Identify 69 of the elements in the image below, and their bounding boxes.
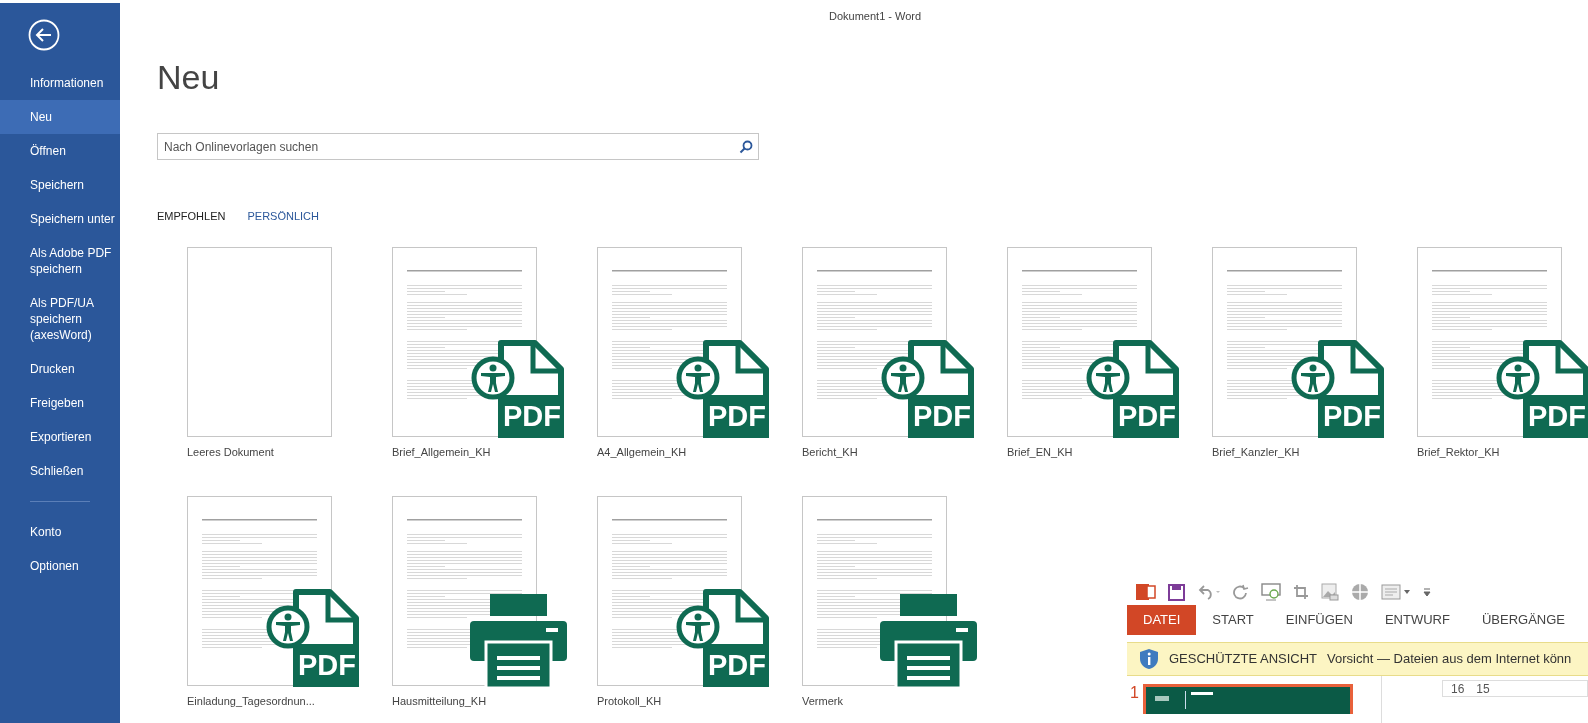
ribbon-tab[interactable]: EINFÜGEN: [1269, 605, 1369, 635]
template-name: Protokoll_KH: [597, 693, 663, 708]
template-name: Bericht_KH: [802, 444, 859, 459]
ribbon-tab[interactable]: DATEI: [1127, 605, 1197, 635]
sidebar-item[interactable]: Drucken: [0, 352, 120, 386]
file-type-label: PDF: [503, 399, 561, 432]
crop-icon[interactable]: [1293, 584, 1309, 600]
ruler-number: 15: [1476, 680, 1490, 698]
window-title: Dokument1 - Word: [829, 9, 922, 24]
accessible-file-icon: [676, 339, 769, 438]
globe-icon[interactable]: [1351, 583, 1369, 601]
template-name: A4_Allgemein_KH: [597, 444, 688, 459]
slideshow-icon[interactable]: [1261, 583, 1281, 601]
category-tab[interactable]: PERSÖNLICH: [247, 208, 319, 225]
sidebar-item[interactable]: Konto: [0, 515, 120, 549]
sidebar-item[interactable]: Informationen: [0, 66, 120, 100]
file-type-label: PDF: [1528, 399, 1586, 432]
sidebar-item[interactable]: Speichern: [0, 168, 120, 202]
slide-number: 1: [1130, 684, 1139, 702]
accessible-file-icon: [266, 588, 359, 687]
sidebar-item[interactable]: Öffnen: [0, 134, 120, 168]
accessible-file-icon: [1291, 339, 1384, 438]
template-name: Brief_Allgemein_KH: [392, 444, 492, 459]
ribbon-tab[interactable]: START: [1196, 605, 1270, 635]
sidebar-item[interactable]: Als PDF/UA speichern (axesWord): [0, 286, 120, 352]
image-icon[interactable]: [1321, 583, 1339, 601]
category-tab[interactable]: EMPFOHLEN: [157, 208, 226, 225]
customize-icon[interactable]: [1423, 587, 1431, 597]
file-type-label: PDF: [298, 648, 356, 681]
redo-icon[interactable]: [1233, 584, 1249, 600]
sidebar-item[interactable]: Exportieren: [0, 420, 120, 454]
template-name: Brief_Rektor_KH: [1417, 444, 1501, 459]
notice-message: Vorsicht — Dateien aus dem Internet könn: [1327, 650, 1572, 669]
layout-icon[interactable]: [1381, 584, 1411, 600]
file-type-label: PDF: [708, 399, 766, 432]
save-icon[interactable]: [1168, 583, 1185, 601]
file-type-label: PDF: [708, 648, 766, 681]
template-thumbnail[interactable]: [392, 495, 568, 688]
printer-icon: [880, 593, 977, 688]
ruler-number: 16: [1451, 680, 1465, 698]
file-type-label: PDF: [913, 399, 971, 432]
sidebar-item[interactable]: Als Adobe PDF speichern: [0, 236, 120, 286]
app-icon[interactable]: [1136, 583, 1156, 601]
sidebar-item[interactable]: Freigeben: [0, 386, 120, 420]
sidebar-item[interactable]: Schließen: [0, 454, 120, 488]
ribbon-tab[interactable]: ENTWURF: [1368, 605, 1466, 635]
shield-info-icon: [1139, 648, 1159, 670]
file-type-label: PDF: [1323, 399, 1381, 432]
template-thumbnail[interactable]: [802, 495, 978, 688]
sidebar-item[interactable]: Neu: [0, 100, 120, 134]
accessible-file-icon: [676, 588, 769, 687]
sidebar-item[interactable]: Optionen: [0, 549, 120, 583]
template-name: Brief_EN_KH: [1007, 444, 1074, 459]
sidebar-item[interactable]: Speichern unter: [0, 202, 120, 236]
template-name: Vermerk: [802, 693, 844, 708]
template-name: Einladung_Tagesordnun...: [187, 693, 316, 708]
printer-icon: [470, 593, 567, 688]
back-icon[interactable]: [28, 19, 60, 51]
ribbon-tab[interactable]: ÜBERGÄNGE: [1465, 605, 1581, 635]
accessible-file-icon: [471, 339, 564, 438]
notice-title: GESCHÜTZTE ANSICHT: [1169, 650, 1318, 669]
template-name: Brief_Kanzler_KH: [1212, 444, 1301, 459]
file-type-label: PDF: [1118, 399, 1176, 432]
undo-icon[interactable]: [1197, 584, 1221, 600]
page-title: Neu: [157, 57, 221, 97]
template-name: Hausmitteilung_KH: [392, 693, 488, 708]
accessible-file-icon: [881, 339, 974, 438]
accessible-file-icon: [1086, 339, 1179, 438]
template-name: Leeres Dokument: [187, 444, 275, 459]
